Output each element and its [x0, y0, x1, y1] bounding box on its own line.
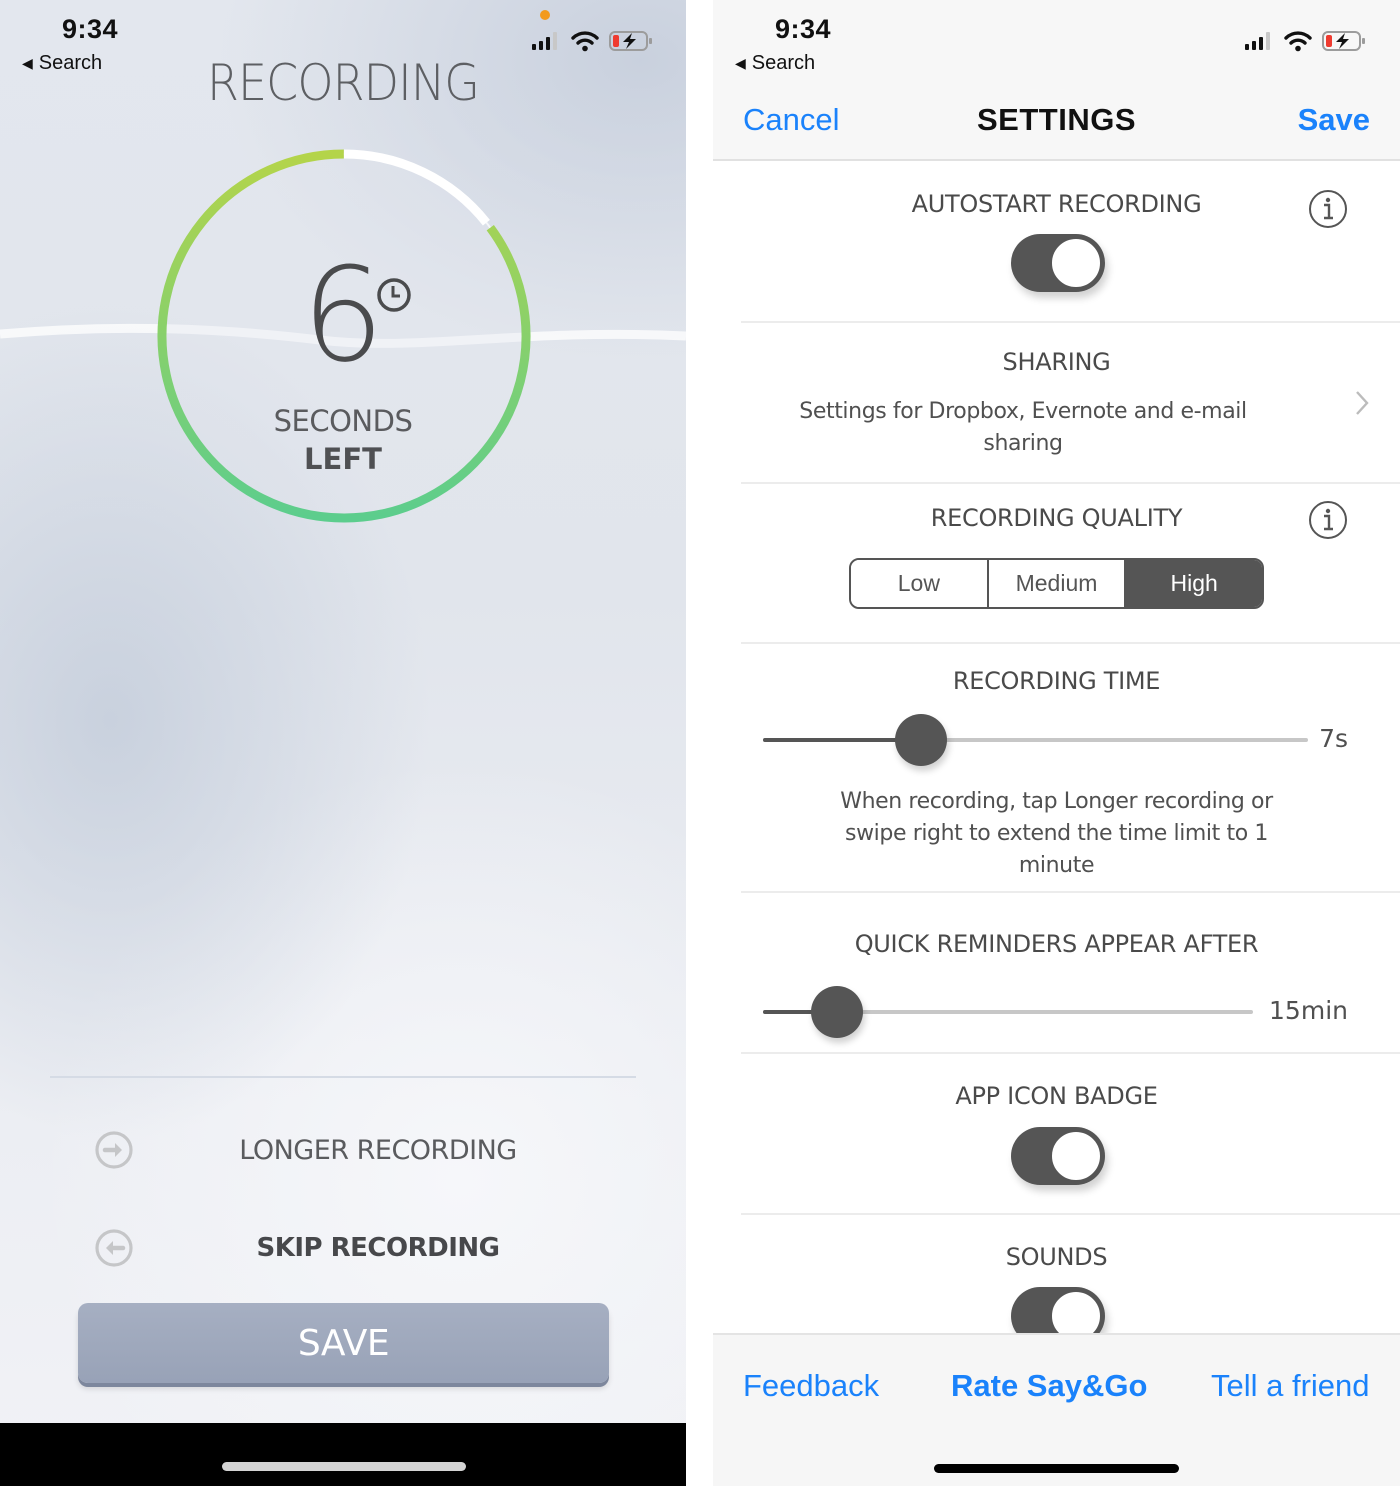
- divider: [741, 1213, 1400, 1215]
- recording-time-description: When recording, tap Longer recording or …: [840, 789, 1273, 878]
- status-icons: [531, 30, 653, 52]
- divider: [741, 1052, 1400, 1054]
- recording-screen: 9:34 ◀ Search RECORDING 6 SECONDS LEFT L…: [0, 0, 686, 1486]
- seconds-label: SECONDS: [273, 404, 413, 438]
- back-triangle-icon: ◀: [735, 55, 746, 71]
- battery-charging-icon: [609, 31, 652, 51]
- toggle-knob: [1050, 1130, 1102, 1182]
- recording-time-value: 7s: [1319, 724, 1348, 753]
- divider: [741, 891, 1400, 893]
- wifi-icon: [1284, 31, 1312, 52]
- save-button[interactable]: Save: [1298, 102, 1370, 138]
- slider-thumb[interactable]: [895, 714, 948, 766]
- quality-title: RECORDING QUALITY: [930, 504, 1183, 532]
- skip-recording-button[interactable]: SKIP RECORDING: [0, 1218, 686, 1278]
- toggle-knob: [1050, 237, 1102, 289]
- sounds-title: SOUNDS: [1005, 1243, 1108, 1271]
- rate-app-link[interactable]: Rate Say&Go: [951, 1368, 1147, 1404]
- skip-recording-label: SKIP RECORDING: [256, 1233, 501, 1263]
- footer-bar: Feedback Rate Say&Go Tell a friend: [713, 1333, 1400, 1486]
- recording-time-slider[interactable]: [763, 714, 1308, 766]
- back-to-search[interactable]: ◀ Search: [735, 52, 815, 75]
- quick-reminders-title: QUICK REMINDERS APPEAR AFTER: [854, 930, 1259, 958]
- status-time: 9:34: [62, 14, 119, 44]
- back-label: Search: [751, 52, 816, 74]
- quality-option-medium[interactable]: Medium: [986, 560, 1125, 607]
- save-recording-button[interactable]: SAVE: [78, 1303, 609, 1383]
- quality-option-low[interactable]: Low: [851, 560, 987, 607]
- tell-a-friend-link[interactable]: Tell a friend: [1211, 1368, 1370, 1404]
- divider: [50, 1076, 636, 1078]
- settings-header: 9:34 ◀ Search Cancel SETTINGS Save: [713, 0, 1400, 161]
- divider: [741, 642, 1400, 644]
- wifi-icon: [571, 31, 599, 52]
- clock-icon: [377, 278, 411, 312]
- privacy-indicator-dot: [540, 10, 550, 20]
- info-icon[interactable]: [1308, 500, 1348, 540]
- chevron-right-icon[interactable]: [1351, 388, 1373, 418]
- feedback-link[interactable]: Feedback: [743, 1368, 879, 1404]
- screen-title: RECORDING: [206, 54, 480, 112]
- autostart-title: AUTOSTART RECORDING: [911, 190, 1202, 218]
- autostart-toggle[interactable]: [1011, 234, 1105, 292]
- recording-time-title: RECORDING TIME: [952, 667, 1161, 695]
- cellular-signal-icon: [532, 32, 557, 50]
- app-icon-badge-toggle[interactable]: [1011, 1127, 1105, 1185]
- left-label: LEFT: [304, 442, 382, 476]
- quality-option-high[interactable]: High: [1124, 560, 1262, 607]
- app-icon-badge-title: APP ICON BADGE: [955, 1082, 1158, 1110]
- longer-recording-button[interactable]: LONGER RECORDING: [0, 1120, 686, 1180]
- slider-thumb[interactable]: [810, 986, 863, 1038]
- quality-segmented-control: Low Medium High: [849, 558, 1264, 609]
- battery-charging-icon: [1322, 31, 1365, 51]
- home-indicator[interactable]: [222, 1462, 466, 1471]
- status-icons: [1244, 30, 1366, 52]
- seconds-left-number: 6: [301, 239, 385, 391]
- sharing-title: SHARING: [1002, 348, 1111, 376]
- status-time: 9:34: [775, 14, 832, 44]
- divider: [741, 321, 1400, 323]
- sharing-description[interactable]: Settings for Dropbox, Evernote and e-mai…: [783, 396, 1263, 460]
- settings-screen: 9:34 ◀ Search Cancel SETTINGS Save AUTOS…: [713, 0, 1400, 1486]
- quick-reminders-slider[interactable]: [763, 986, 1253, 1038]
- cellular-signal-icon: [1245, 32, 1270, 50]
- home-bar-area: [0, 1423, 686, 1486]
- info-icon[interactable]: [1308, 189, 1348, 229]
- divider: [741, 482, 1400, 484]
- quick-reminders-value: 15min: [1269, 996, 1348, 1025]
- home-indicator[interactable]: [934, 1464, 1179, 1473]
- longer-recording-label: LONGER RECORDING: [239, 1134, 517, 1166]
